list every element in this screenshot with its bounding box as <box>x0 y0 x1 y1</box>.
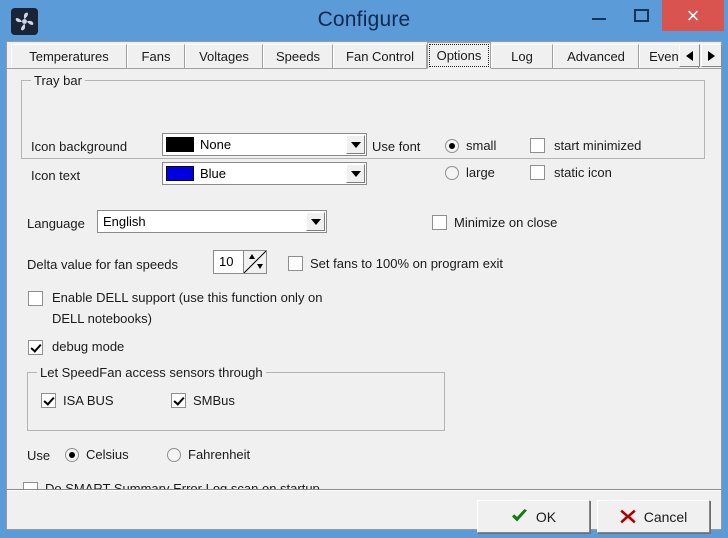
celsius-label: Celsius <box>86 447 129 462</box>
icon-text-swatch <box>166 166 194 181</box>
stepper-divider-icon <box>244 251 266 273</box>
tab-advanced[interactable]: Advanced <box>553 44 639 68</box>
configure-window: Configure Temperatures Fans Voltages Spe… <box>0 0 728 538</box>
enable-dell-checkbox[interactable] <box>28 291 43 306</box>
icon-background-label: Icon background <box>31 139 128 154</box>
icon-background-combo[interactable]: None <box>162 133 367 156</box>
fahrenheit-label: Fahrenheit <box>188 447 251 462</box>
tab-scroll-right-button[interactable] <box>701 44 722 67</box>
icon-text-value: Blue <box>200 166 227 181</box>
set-fans-100-label: Set fans to 100% on program exit <box>310 256 503 271</box>
title-bar: Configure <box>0 0 728 43</box>
fahrenheit-radio[interactable] <box>167 448 181 462</box>
static-icon-label: static icon <box>554 165 612 180</box>
language-value: English <box>103 214 146 229</box>
language-dropdown-button[interactable] <box>306 212 325 231</box>
tab-label: Speeds <box>275 49 321 64</box>
scroll-left-arrow-icon <box>686 50 693 61</box>
use-font-label: Use font <box>372 139 421 154</box>
font-small-label: small <box>466 138 497 153</box>
minimize-on-close-label: Minimize on close <box>454 215 558 230</box>
minimize-button[interactable] <box>578 0 620 30</box>
tab-label: Log <box>511 49 533 64</box>
tab-fan-control[interactable]: Fan Control <box>333 44 427 68</box>
font-large-radio[interactable] <box>445 166 459 180</box>
smbus-checkbox[interactable] <box>171 393 186 408</box>
delta-value-label: Delta value for fan speeds <box>27 257 179 272</box>
tab-voltages[interactable]: Voltages <box>185 44 263 68</box>
minimize-on-close-checkbox[interactable] <box>432 215 447 230</box>
button-bar: OK Cancel <box>7 490 721 533</box>
minimize-icon <box>592 18 606 20</box>
tab-scroll-left-button[interactable] <box>679 44 700 67</box>
maximize-button[interactable] <box>620 0 662 30</box>
smbus-label: SMBus <box>193 393 235 408</box>
celsius-radio[interactable] <box>65 448 79 462</box>
sensor-access-group-title: Let SpeedFan access sensors through <box>37 365 266 380</box>
debug-mode-label: debug mode <box>52 339 125 354</box>
cancel-button[interactable]: Cancel <box>597 500 710 533</box>
isa-bus-label: ISA BUS <box>63 393 114 408</box>
delta-value-stepper[interactable]: 10 <box>213 250 267 274</box>
start-minimized-label: start minimized <box>554 138 642 153</box>
check-icon <box>511 509 527 522</box>
debug-mode-checkbox[interactable] <box>28 340 43 355</box>
tab-label: Voltages <box>199 49 249 64</box>
language-label: Language <box>27 216 85 231</box>
tray-bar-group-title: Tray bar <box>31 73 85 88</box>
static-icon-checkbox[interactable] <box>530 165 545 180</box>
stepper-down-icon[interactable] <box>257 264 263 269</box>
client-area: Temperatures Fans Voltages Speeds Fan Co… <box>6 41 722 533</box>
start-minimized-checkbox[interactable] <box>530 138 545 153</box>
chevron-down-icon <box>310 218 321 225</box>
isa-bus-checkbox[interactable] <box>41 393 56 408</box>
scroll-right-arrow-icon <box>708 50 715 61</box>
delta-stepper-buttons[interactable] <box>243 251 266 273</box>
tab-label: Options <box>436 48 482 63</box>
tab-log[interactable]: Log <box>491 44 553 68</box>
icon-background-swatch <box>166 137 194 152</box>
language-combo[interactable]: English <box>97 210 327 233</box>
tab-strip: Temperatures Fans Voltages Speeds Fan Co… <box>7 42 722 69</box>
icon-text-dropdown-button[interactable] <box>346 164 365 183</box>
maximize-icon <box>633 8 649 22</box>
enable-dell-label-line1: Enable DELL support (use this function o… <box>52 290 323 305</box>
tab-label: Advanced <box>567 49 625 64</box>
tab-label: Fans <box>141 49 171 64</box>
tab-options[interactable]: Options <box>427 42 491 69</box>
tab-speeds[interactable]: Speeds <box>263 44 333 68</box>
font-large-label: large <box>466 165 495 180</box>
stepper-up-icon[interactable] <box>249 254 255 259</box>
x-icon <box>620 509 636 524</box>
tab-label: Temperatures <box>29 49 109 64</box>
use-units-label: Use <box>27 448 51 463</box>
close-button[interactable] <box>662 0 724 31</box>
tab-label: Fan Control <box>346 49 414 64</box>
chevron-down-icon <box>350 170 361 177</box>
ok-button[interactable]: OK <box>477 500 590 533</box>
icon-background-value: None <box>200 137 232 152</box>
icon-text-combo[interactable]: Blue <box>162 162 367 185</box>
icon-text-label: Icon text <box>31 168 81 183</box>
tab-temperatures[interactable]: Temperatures <box>11 44 127 68</box>
chevron-down-icon <box>350 141 361 148</box>
set-fans-100-checkbox[interactable] <box>288 256 303 271</box>
font-small-radio[interactable] <box>445 139 459 153</box>
delta-value-text: 10 <box>219 254 234 269</box>
enable-dell-label-line2: DELL notebooks) <box>52 311 152 326</box>
tab-fans[interactable]: Fans <box>127 44 185 68</box>
options-page: Tray bar Icon background None Icon text … <box>7 69 721 497</box>
ok-button-label: OK <box>535 508 557 525</box>
cancel-button-label: Cancel <box>643 508 688 525</box>
icon-background-dropdown-button[interactable] <box>346 135 365 154</box>
